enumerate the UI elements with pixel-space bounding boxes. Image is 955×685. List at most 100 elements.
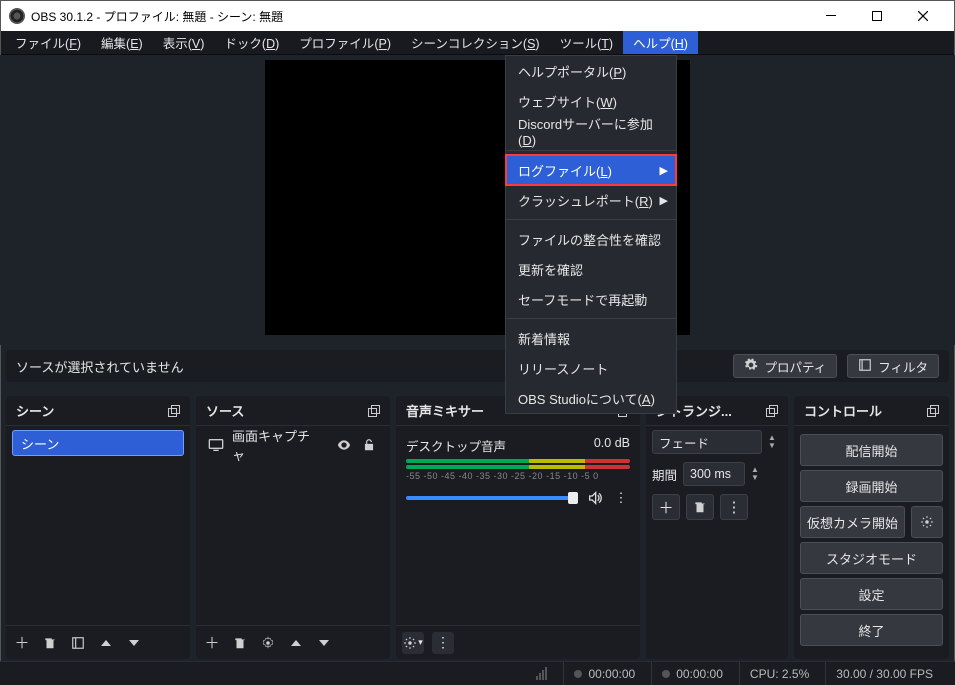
dot-icon [662,670,670,678]
status-stream-time: 00:00:00 [563,662,645,685]
volume-slider[interactable] [406,496,578,500]
signal-icon [536,667,547,680]
help-discord-item[interactable]: Discordサーバーに参加(D) [506,116,676,146]
help-safemode-item[interactable]: セーフモードで再起動 [506,284,676,314]
menu-separator [506,318,676,319]
preview-area [0,55,955,345]
menu-dock[interactable]: ドック(D) [214,31,289,54]
sources-header: ソース [196,396,390,426]
duration-label: 期間 [652,465,677,484]
help-crash-report-item[interactable]: クラッシュレポート(R)▶ [506,185,676,215]
status-cpu: CPU: 2.5% [739,662,819,685]
submenu-arrow-icon: ▶ [660,194,668,207]
help-dropdown: ヘルプポータル(P) ウェブサイト(W) Discordサーバーに参加(D) ロ… [505,55,677,414]
menu-edit[interactable]: 編集(E) [91,31,153,54]
help-logfile-item[interactable]: ログファイル(L)▶ [506,155,676,185]
mixer-settings-button[interactable]: ▾ [402,632,424,654]
display-capture-icon [208,437,224,453]
move-source-down-button[interactable] [314,633,334,653]
move-source-up-button[interactable] [286,633,306,653]
obs-logo-icon [9,8,25,24]
help-release-notes-item[interactable]: リリースノート [506,353,676,383]
filter-icon [858,358,872,375]
source-item[interactable]: 画面キャプチャ [202,430,384,460]
help-website-item[interactable]: ウェブサイト(W) [506,86,676,116]
studio-mode-button[interactable]: スタジオモード [800,542,943,574]
status-bar: 00:00:00 00:00:00 CPU: 2.5% 30.00 / 30.0… [0,661,955,685]
source-lock-toggle[interactable] [361,436,378,454]
move-scene-up-button[interactable] [96,633,116,653]
menu-separator [506,219,676,220]
scenes-footer: ＋ [6,625,190,659]
popout-icon[interactable] [925,403,941,419]
menu-view[interactable]: 表示(V) [153,31,215,54]
mixer-footer: ▾ ⋮ [396,625,640,659]
add-transition-button[interactable]: ＋ [652,494,680,520]
transition-updown[interactable]: ▲▼ [768,434,782,450]
mixer-channel: デスクトップ音声 0.0 dB -55 -50 -45 -40 -35 -30 … [402,430,634,513]
vu-meter [406,459,630,463]
menubar: ファイル(F) 編集(E) 表示(V) ドック(D) プロファイル(P) シーン… [1,31,954,55]
help-about-item[interactable]: OBS Studioについて(A) [506,383,676,413]
channel-level: 0.0 dB [594,436,630,455]
add-scene-button[interactable]: ＋ [12,633,32,653]
help-integrity-item[interactable]: ファイルの整合性を確認 [506,224,676,254]
controls-header: コントロール [794,396,949,426]
audio-mixer-panel: 音声ミキサー デスクトップ音声 0.0 dB -55 -50 -45 -40 -… [396,396,640,659]
menu-help[interactable]: ヘルプ(H) [623,31,698,54]
menu-separator [506,150,676,151]
window-titlebar: OBS 30.1.2 - プロファイル: 無題 - シーン: 無題 [1,1,954,31]
status-rec-time: 00:00:00 [651,662,733,685]
source-visibility-toggle[interactable] [335,436,352,454]
add-source-button[interactable]: ＋ [202,633,222,653]
dot-icon [574,670,582,678]
help-portal-item[interactable]: ヘルプポータル(P) [506,56,676,86]
filters-button[interactable]: フィルタ [847,354,939,378]
mixer-more-button[interactable]: ⋮ [432,632,454,654]
channel-more-button[interactable]: ⋮ [612,489,630,507]
submenu-arrow-icon: ▶ [660,164,668,177]
scenes-panel: シーン シーン ＋ [6,396,190,659]
window-minimize-button[interactable] [808,1,854,31]
exit-button[interactable]: 終了 [800,614,943,646]
virtual-cam-settings-button[interactable] [911,506,943,538]
help-whatsnew-item[interactable]: 新着情報 [506,323,676,353]
status-fps: 30.00 / 30.00 FPS [825,662,943,685]
menu-scene-collection[interactable]: シーンコレクション(S) [401,31,550,54]
properties-button[interactable]: プロパティ [733,354,837,378]
meter-ticks: -55 -50 -45 -40 -35 -30 -25 -20 -15 -10 … [406,471,630,481]
window-maximize-button[interactable] [854,1,900,31]
transition-select[interactable]: フェード [652,430,762,454]
source-properties-button[interactable] [258,633,278,653]
sources-panel: ソース 画面キャプチャ ＋ [196,396,390,659]
help-update-item[interactable]: 更新を確認 [506,254,676,284]
move-scene-down-button[interactable] [124,633,144,653]
start-record-button[interactable]: 録画開始 [800,470,943,502]
window-title: OBS 30.1.2 - プロファイル: 無題 - シーン: 無題 [31,8,808,25]
virtual-cam-button[interactable]: 仮想カメラ開始 [800,506,905,538]
menu-profile[interactable]: プロファイル(P) [289,31,401,54]
panel-row: シーン シーン ＋ ソース 画面キャプチャ [6,396,949,659]
status-network [526,662,557,685]
transition-more-button[interactable]: ⋮ [720,494,748,520]
popout-icon[interactable] [166,403,182,419]
scene-item[interactable]: シーン [12,430,184,456]
sources-footer: ＋ [196,625,390,659]
settings-button[interactable]: 設定 [800,578,943,610]
remove-scene-button[interactable] [40,633,60,653]
window-close-button[interactable] [900,1,946,31]
controls-panel: コントロール 配信開始 録画開始 仮想カメラ開始 スタジオモード 設定 終了 [794,396,949,659]
menu-tools[interactable]: ツール(T) [550,31,624,54]
remove-transition-button[interactable] [686,494,714,520]
scene-filters-button[interactable] [68,633,88,653]
remove-source-button[interactable] [230,633,250,653]
channel-name: デスクトップ音声 [406,436,506,455]
duration-updown[interactable]: ▲▼ [751,466,765,482]
popout-icon[interactable] [764,403,780,419]
scenes-header: シーン [6,396,190,426]
start-stream-button[interactable]: 配信開始 [800,434,943,466]
duration-spinbox[interactable]: 300 ms [683,462,745,486]
speaker-icon[interactable] [586,489,604,507]
menu-file[interactable]: ファイル(F) [5,31,91,54]
popout-icon[interactable] [366,403,382,419]
